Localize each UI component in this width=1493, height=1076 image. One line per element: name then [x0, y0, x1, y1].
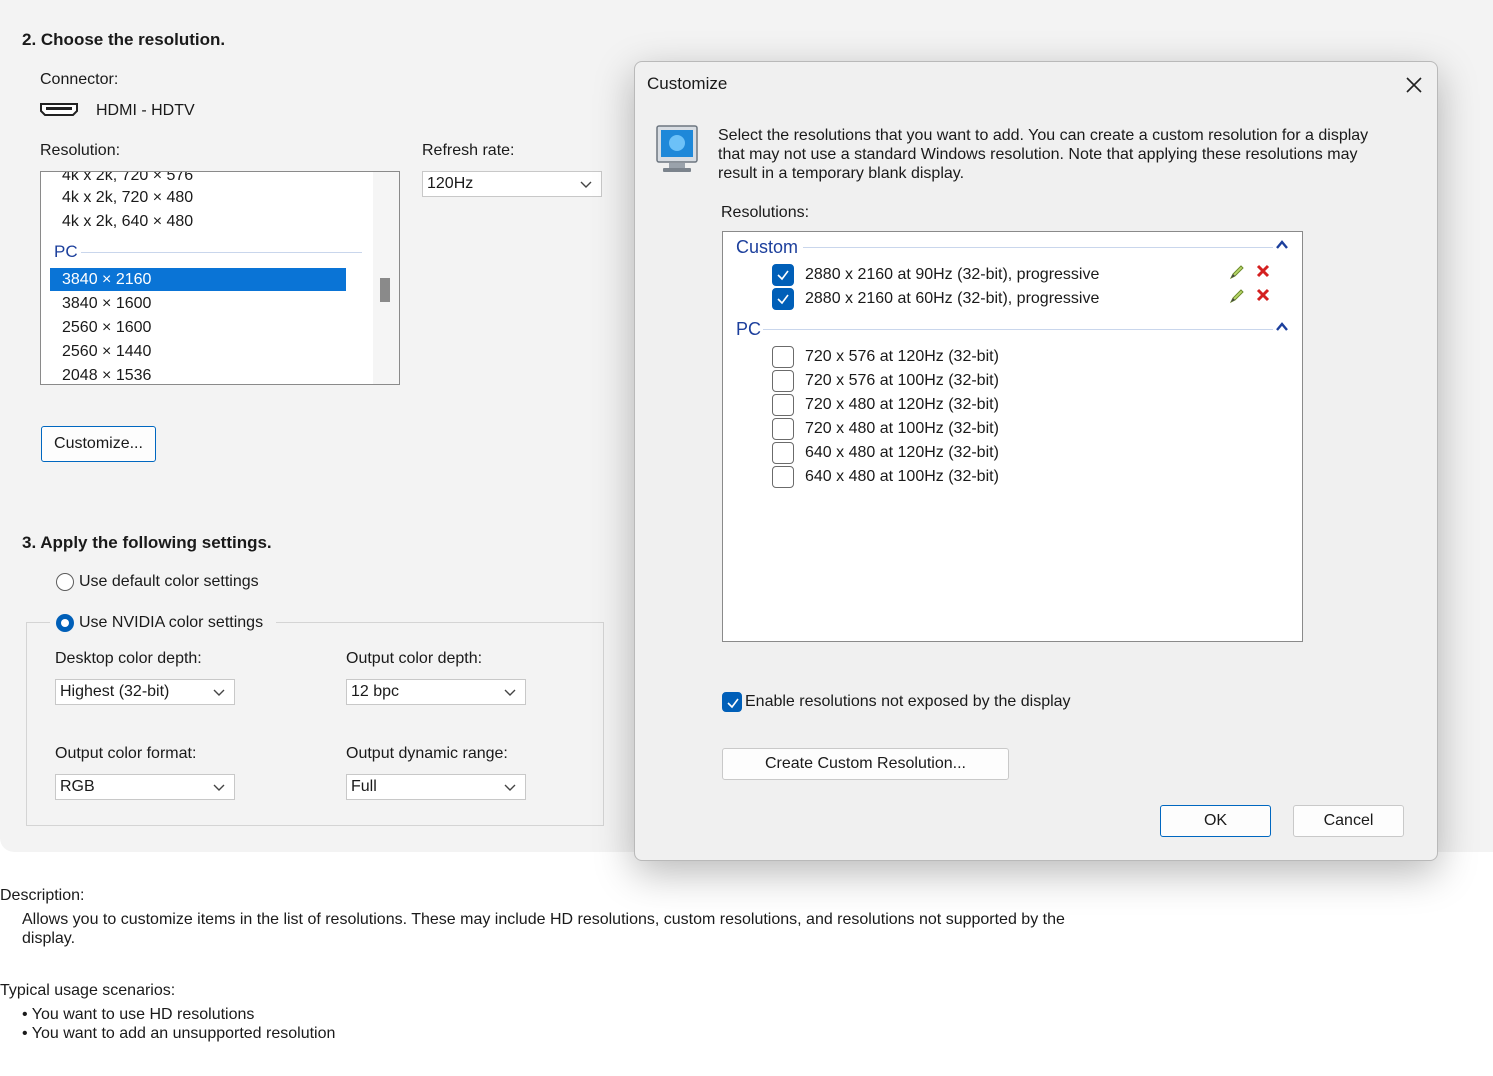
- delete-icon[interactable]: [1255, 287, 1271, 303]
- usage-item: • You want to use HD resolutions: [22, 1006, 255, 1023]
- custom-group-header: Custom: [736, 237, 799, 257]
- customize-button[interactable]: Customize...: [41, 426, 156, 462]
- usage-item: • You want to add an unsupported resolut…: [22, 1025, 336, 1042]
- intro-text: Select the resolutions that you want to …: [718, 126, 1368, 183]
- refresh-rate-label: Refresh rate:: [422, 142, 515, 159]
- list-item[interactable]: 2560 × 1440: [62, 340, 151, 364]
- scrollbar-thumb[interactable]: [380, 278, 390, 302]
- description-label: Description:: [0, 887, 85, 904]
- refresh-rate-value: 120Hz: [427, 175, 474, 192]
- output-depth-value: 12 bpc: [351, 683, 400, 700]
- pc-group-header: PC: [54, 242, 78, 261]
- intro-line: that may not use a standard Windows reso…: [718, 146, 1358, 163]
- pencil-icon[interactable]: [1229, 288, 1245, 304]
- collapse-pc-icon[interactable]: [1275, 320, 1289, 334]
- output-format-label: Output color format:: [55, 745, 197, 762]
- custom-checkbox-1[interactable]: [772, 264, 794, 286]
- output-range-label: Output dynamic range:: [346, 745, 508, 762]
- refresh-rate-dropdown[interactable]: 120Hz: [422, 171, 602, 197]
- output-depth-dropdown[interactable]: 12 bpc: [346, 679, 526, 705]
- pc-resolution-item[interactable]: 720 x 576 at 120Hz (32-bit): [805, 346, 999, 368]
- pc-group-header: PC: [736, 319, 762, 339]
- list-item-selected[interactable]: 3840 × 2160: [62, 268, 151, 292]
- pc-resolution-item[interactable]: 720 x 480 at 100Hz (32-bit): [805, 418, 999, 440]
- group-divider: [763, 329, 1273, 330]
- collapse-custom-icon[interactable]: [1275, 238, 1289, 252]
- custom-resolution-item[interactable]: 2880 x 2160 at 60Hz (32-bit), progressiv…: [805, 288, 1099, 310]
- enable-unexposed-checkbox[interactable]: [722, 692, 742, 712]
- monitor-icon: [655, 124, 701, 174]
- pc-checkbox[interactable]: [772, 418, 794, 440]
- resolution-label: Resolution:: [40, 142, 121, 159]
- list-item[interactable]: 2560 × 1600: [62, 316, 151, 340]
- resolutions-list[interactable]: Custom 2880 x 2160 at 90Hz (32-bit), pro…: [722, 231, 1303, 642]
- create-custom-resolution-button[interactable]: Create Custom Resolution...: [722, 748, 1009, 780]
- group-divider: [81, 252, 362, 253]
- list-item[interactable]: 3840 × 1600: [62, 292, 151, 316]
- output-format-dropdown[interactable]: RGB: [55, 774, 235, 800]
- pc-checkbox[interactable]: [772, 394, 794, 416]
- resolutions-label: Resolutions:: [721, 204, 810, 221]
- output-depth-label: Output color depth:: [346, 650, 483, 667]
- pc-checkbox[interactable]: [772, 442, 794, 464]
- description-text-cont: display.: [22, 930, 76, 947]
- pc-checkbox[interactable]: [772, 370, 794, 392]
- list-item[interactable]: 4k x 2k, 720 × 480: [62, 186, 193, 210]
- default-color-radio[interactable]: [56, 573, 74, 591]
- intro-line: Select the resolutions that you want to …: [718, 127, 1369, 144]
- output-range-value: Full: [351, 778, 377, 795]
- custom-checkbox-2[interactable]: [772, 288, 794, 310]
- chevron-down-icon: [213, 689, 225, 696]
- desktop-depth-label: Desktop color depth:: [55, 650, 202, 667]
- list-item[interactable]: 4k x 2k, 640 × 480: [62, 210, 193, 234]
- pc-resolution-item[interactable]: 720 x 576 at 100Hz (32-bit): [805, 370, 999, 392]
- desktop-depth-value: Highest (32-bit): [60, 683, 170, 700]
- customize-dialog: Customize Select the resolutions that yo…: [634, 61, 1438, 861]
- pc-checkbox[interactable]: [772, 346, 794, 368]
- connector-label: Connector:: [40, 71, 119, 88]
- pc-resolution-item[interactable]: 640 x 480 at 120Hz (32-bit): [805, 442, 999, 464]
- default-color-label[interactable]: Use default color settings: [79, 573, 259, 591]
- pc-checkbox[interactable]: [772, 466, 794, 488]
- ok-button[interactable]: OK: [1160, 805, 1271, 837]
- section2-title: 2. Choose the resolution.: [22, 30, 226, 49]
- description-text: Allows you to customize items in the lis…: [22, 911, 1065, 928]
- chevron-down-icon: [580, 181, 592, 188]
- intro-line: result in a temporary blank display.: [718, 165, 965, 182]
- group-divider: [803, 247, 1273, 248]
- enable-unexposed-label[interactable]: Enable resolutions not exposed by the di…: [745, 693, 1071, 711]
- desktop-depth-dropdown[interactable]: Highest (32-bit): [55, 679, 235, 705]
- chevron-down-icon: [504, 689, 516, 696]
- output-range-dropdown[interactable]: Full: [346, 774, 526, 800]
- cancel-button[interactable]: Cancel: [1293, 805, 1404, 837]
- delete-icon[interactable]: [1255, 263, 1271, 279]
- nvidia-color-label[interactable]: Use NVIDIA color settings: [79, 614, 263, 632]
- pc-resolution-item[interactable]: 640 x 480 at 100Hz (32-bit): [805, 466, 999, 488]
- dialog-title: Customize: [647, 74, 728, 93]
- chevron-down-icon: [504, 784, 516, 791]
- usage-label: Typical usage scenarios:: [0, 982, 176, 999]
- output-format-value: RGB: [60, 778, 95, 795]
- section3-title: 3. Apply the following settings.: [22, 533, 272, 552]
- close-icon[interactable]: [1401, 72, 1427, 98]
- pc-resolution-item[interactable]: 720 x 480 at 120Hz (32-bit): [805, 394, 999, 416]
- custom-resolution-item[interactable]: 2880 x 2160 at 90Hz (32-bit), progressiv…: [805, 264, 1099, 286]
- hdmi-connector-icon: [40, 102, 78, 116]
- chevron-down-icon: [213, 784, 225, 791]
- list-item[interactable]: 2048 × 1536: [62, 364, 151, 384]
- pencil-icon[interactable]: [1229, 264, 1245, 280]
- connector-value: HDMI - HDTV: [96, 102, 195, 119]
- nvidia-color-radio[interactable]: [56, 614, 74, 632]
- resolution-listbox[interactable]: 4k x 2k, 720 × 576 4k x 2k, 720 × 480 4k…: [40, 171, 400, 385]
